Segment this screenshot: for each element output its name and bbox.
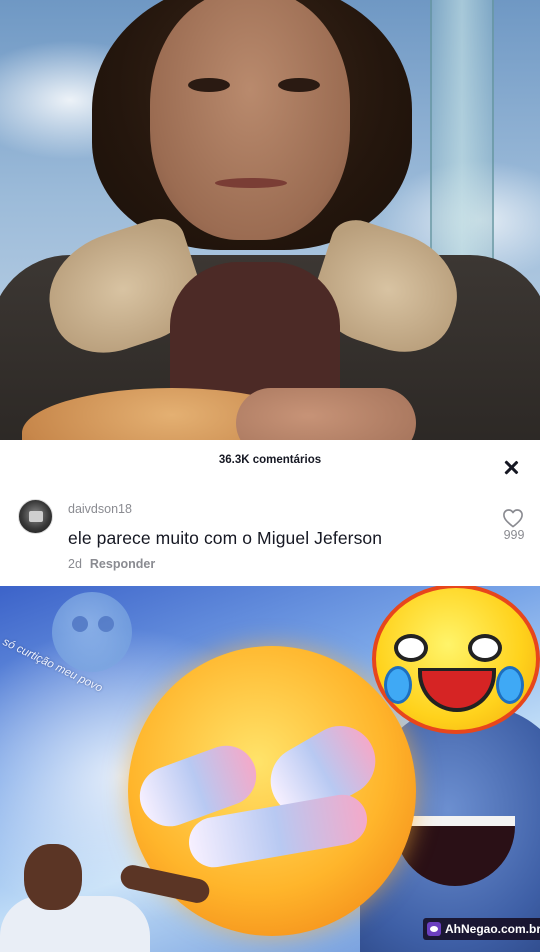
watermark-text: AhNegao.com.br <box>445 922 540 936</box>
emoji-tear <box>384 666 412 704</box>
comment-meta: 2d Responder <box>68 557 155 571</box>
emoji-tear <box>496 666 524 704</box>
man-arm <box>118 862 212 906</box>
comment-username[interactable]: daivdson18 <box>68 502 132 516</box>
comment-age: 2d <box>68 557 82 571</box>
like-count: 999 <box>503 528 525 542</box>
comments-count-title: 36.3K comentários <box>218 454 322 466</box>
emoji-eye <box>468 634 502 662</box>
comment-text: ele parece muito com o Miguel Jeferson <box>68 528 383 548</box>
hand <box>236 388 416 440</box>
site-watermark: AhNegao.com.br <box>423 918 540 940</box>
man-body <box>0 896 150 952</box>
ahnegao-logo-icon <box>427 922 441 936</box>
crying-laughing-emoji <box>372 586 540 734</box>
emoji-mouth <box>418 668 496 712</box>
close-icon[interactable] <box>500 457 522 479</box>
window-pillar <box>430 0 494 290</box>
reaction-meme-image: só curtição meu povo <box>0 586 540 952</box>
left-eye <box>188 78 230 92</box>
emoji-eye <box>394 634 428 662</box>
laughing-man <box>0 836 212 952</box>
man-head <box>24 844 82 910</box>
faded-emoji <box>52 592 132 672</box>
heart-outline-icon[interactable] <box>502 508 524 528</box>
reply-button[interactable]: Responder <box>90 557 155 571</box>
mouth <box>215 178 287 188</box>
comments-sheet: 36.3K comentários daivdson18 ele parece … <box>0 440 540 586</box>
right-eye <box>278 78 320 92</box>
video-frame-photo <box>0 0 540 440</box>
avatar[interactable] <box>18 499 53 534</box>
face <box>150 0 350 240</box>
